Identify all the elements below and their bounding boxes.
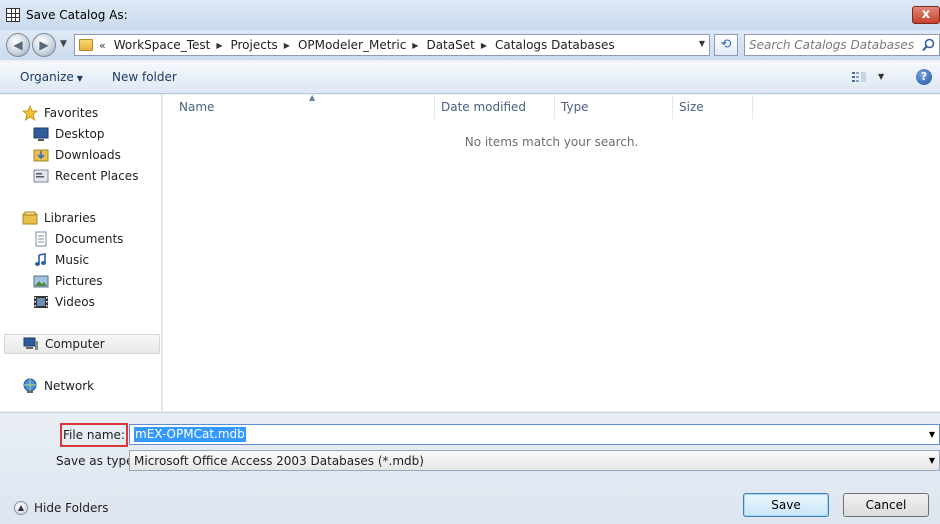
sort-ascending-icon: ▲ (309, 93, 316, 102)
search-icon[interactable] (922, 38, 935, 52)
breadcrumb-item[interactable]: WorkSpace_Test (114, 38, 211, 52)
empty-message: No items match your search. (464, 135, 639, 149)
file-name-label-highlight: File name: (60, 423, 128, 447)
search-box[interactable] (744, 34, 940, 56)
forward-arrow-icon: ▶ (39, 38, 49, 52)
chevron-right-icon[interactable]: ▶ (481, 41, 487, 50)
nav-item-desktop[interactable]: Desktop (0, 124, 160, 144)
nav-item-label: Videos (55, 295, 95, 309)
view-options-icon[interactable] (852, 71, 866, 83)
file-name-value[interactable]: mEX-OPMCat.mdb (134, 427, 246, 442)
nav-computer[interactable]: Computer (4, 334, 160, 354)
computer-icon (23, 337, 38, 350)
save-type-label: Save as type: (56, 454, 138, 468)
save-type-dropdown-icon[interactable]: ▼ (929, 456, 935, 465)
nav-computer-label: Computer (45, 337, 105, 351)
column-date-label: Date modified (441, 100, 527, 114)
table-icon (6, 8, 20, 22)
address-row: ◀ ▶ ▼ « WorkSpace_Test ▶ Projects ▶ OPMo… (0, 30, 940, 60)
chevron-right-icon[interactable]: ▶ (216, 41, 222, 50)
column-size[interactable]: Size (673, 95, 753, 119)
recent-places-icon (33, 169, 49, 183)
nav-item-label: Pictures (55, 274, 103, 288)
nav-item-downloads[interactable]: Downloads (0, 145, 160, 165)
save-options-panel: File name: mEX-OPMCat.mdb ▼ Save as type… (0, 412, 940, 524)
column-date-modified[interactable]: Date modified (435, 95, 555, 119)
nav-favorites-label: Favorites (44, 106, 99, 120)
forward-button[interactable]: ▶ (32, 33, 56, 57)
recent-locations-dropdown[interactable]: ▼ (60, 39, 67, 49)
nav-libraries-label: Libraries (44, 211, 96, 225)
nav-item-recent-places[interactable]: Recent Places (0, 166, 160, 186)
help-icon[interactable]: ? (916, 69, 932, 85)
documents-icon (35, 231, 47, 247)
downloads-folder-icon (33, 149, 49, 162)
nav-item-music[interactable]: Music (0, 250, 160, 270)
music-icon (35, 253, 46, 266)
chevron-right-icon[interactable]: ▶ (412, 41, 418, 50)
nav-network-label: Network (44, 379, 95, 393)
organize-menu[interactable]: Organize ▼ (20, 70, 83, 84)
view-dropdown-icon[interactable]: ▼ (878, 72, 884, 81)
chevron-up-icon: ▲ (14, 501, 28, 515)
videos-icon (34, 296, 48, 308)
nav-item-label: Music (55, 253, 90, 267)
nav-item-label: Recent Places (55, 169, 139, 183)
file-name-dropdown-icon[interactable]: ▼ (929, 430, 935, 439)
file-name-label: File name: (63, 428, 125, 442)
nav-favorites[interactable]: Favorites (0, 103, 160, 123)
address-bar[interactable]: « WorkSpace_Test ▶ Projects ▶ OPModeler_… (74, 34, 710, 56)
network-icon (23, 378, 37, 393)
hide-folders-toggle[interactable]: ▲ Hide Folders (14, 501, 109, 515)
new-folder-button[interactable]: New folder (112, 70, 177, 84)
save-type-value: Microsoft Office Access 2003 Databases (… (134, 454, 424, 468)
breadcrumb-item[interactable]: OPModeler_Metric (298, 38, 406, 52)
title-bar: Save Catalog As: x (0, 0, 940, 30)
cancel-button[interactable]: Cancel (843, 493, 929, 517)
breadcrumb-item[interactable]: Catalogs Databases (495, 38, 615, 52)
window-title: Save Catalog As: (26, 8, 128, 22)
hide-folders-label: Hide Folders (34, 501, 109, 515)
file-list: Name ▲ Date modified Type Size No items … (163, 93, 940, 411)
column-type[interactable]: Type (555, 95, 673, 119)
navigation-pane: Favorites Desktop Downloads Recent Place… (0, 95, 162, 411)
save-type-select[interactable]: Microsoft Office Access 2003 Databases (… (129, 450, 940, 471)
command-bar: Organize ▼ New folder ▼ ? (0, 62, 940, 94)
caret-down-icon: ▼ (76, 74, 83, 83)
column-size-label: Size (679, 100, 704, 114)
organize-label: Organize (20, 70, 74, 84)
column-name[interactable]: Name ▲ (173, 93, 435, 119)
folder-icon (79, 39, 93, 51)
back-button[interactable]: ◀ (6, 33, 30, 57)
refresh-button[interactable]: ⟲ (714, 34, 738, 56)
star-icon (22, 105, 38, 121)
address-dropdown-icon[interactable]: ▼ (699, 39, 705, 48)
nav-item-label: Desktop (55, 127, 105, 141)
nav-item-documents[interactable]: Documents (0, 229, 160, 249)
nav-libraries[interactable]: Libraries (0, 208, 160, 228)
close-button[interactable]: x (912, 6, 940, 24)
refresh-icon: ⟲ (720, 37, 732, 52)
breadcrumb-item[interactable]: DataSet (426, 38, 474, 52)
nav-network[interactable]: Network (0, 376, 160, 396)
column-type-label: Type (561, 100, 589, 114)
breadcrumb-overflow[interactable]: « (99, 39, 106, 52)
file-name-field[interactable]: mEX-OPMCat.mdb ▼ (129, 424, 940, 445)
chevron-right-icon[interactable]: ▶ (284, 41, 290, 50)
save-button[interactable]: Save (743, 493, 829, 517)
libraries-icon (22, 211, 38, 225)
breadcrumb-item[interactable]: Projects (230, 38, 277, 52)
back-arrow-icon: ◀ (13, 38, 23, 52)
nav-item-label: Downloads (55, 148, 121, 162)
nav-item-label: Documents (55, 232, 124, 246)
column-name-label: Name (179, 100, 215, 114)
nav-item-videos[interactable]: Videos (0, 292, 160, 312)
pictures-icon (33, 275, 49, 288)
desktop-icon (33, 127, 49, 141)
nav-item-pictures[interactable]: Pictures (0, 271, 160, 291)
search-input[interactable] (749, 37, 919, 53)
